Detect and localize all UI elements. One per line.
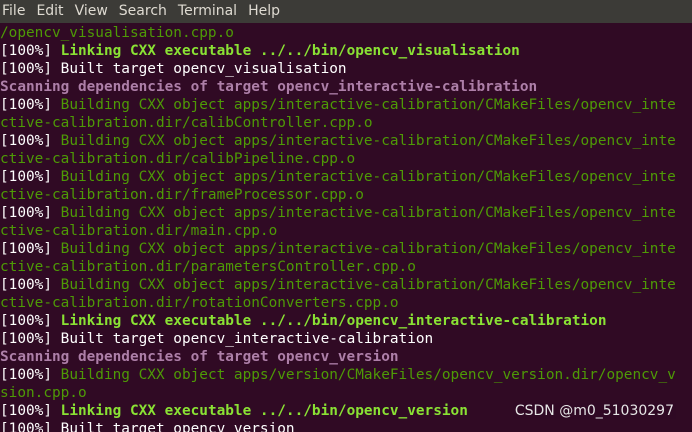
line-text: ctive-calibration.dir/calibPipeline.cpp.…	[0, 151, 356, 167]
terminal-line: [100%] Linking CXX executable ../../bin/…	[0, 312, 692, 330]
terminal-line: [100%] Building CXX object apps/version/…	[0, 366, 692, 384]
terminal-line: [100%] Building CXX object apps/interact…	[0, 96, 692, 114]
terminal-line: ctive-calibration.dir/parametersControll…	[0, 258, 692, 276]
terminal-line: [100%] Built target opencv_visualisation	[0, 60, 692, 78]
line-text: Built target opencv_visualisation	[60, 61, 347, 77]
terminal-output[interactable]: /opencv_visualisation.cpp.o [100%] Linkin…	[0, 23, 692, 432]
line-text: Building CXX object apps/interactive-cal…	[60, 205, 676, 221]
terminal-line: ctive-calibration.dir/main.cpp.o	[0, 222, 692, 240]
line-text: Linking CXX executable ../../bin/opencv_…	[60, 313, 607, 329]
terminal-line: [100%] Building CXX object apps/interact…	[0, 132, 692, 150]
progress-prefix: [100%]	[0, 133, 61, 149]
line-text: ctive-calibration.dir/parametersControll…	[0, 259, 416, 275]
watermark: CSDN @m0_51030297	[512, 403, 676, 419]
line-text: Building CXX object apps/interactive-cal…	[60, 277, 676, 293]
line-text: sion.cpp.o	[0, 385, 87, 401]
line-text: Building CXX object apps/interactive-cal…	[60, 133, 676, 149]
progress-prefix: [100%]	[0, 169, 61, 185]
terminal-line: [100%] Linking CXX executable ../../bin/…	[0, 42, 692, 60]
menu-search[interactable]: Search	[116, 0, 175, 23]
terminal-line: Scanning dependencies of target opencv_v…	[0, 348, 692, 366]
line-text: Building CXX object apps/interactive-cal…	[60, 169, 676, 185]
progress-prefix: [100%]	[0, 61, 61, 77]
line-text: ctive-calibration.dir/rotationConverters…	[0, 295, 399, 311]
menu-file[interactable]: File	[0, 0, 33, 23]
menu-terminal[interactable]: Terminal	[175, 0, 245, 23]
progress-prefix: [100%]	[0, 97, 61, 113]
line-text: Built target opencv_interactive-calibrat…	[60, 331, 434, 347]
progress-prefix: [100%]	[0, 313, 61, 329]
line-text: ctive-calibration.dir/frameProcessor.cpp…	[0, 187, 364, 203]
menu-help[interactable]: Help	[245, 0, 288, 23]
menu-edit[interactable]: Edit	[33, 0, 71, 23]
terminal-line: [100%] Building CXX object apps/interact…	[0, 204, 692, 222]
terminal-line: sion.cpp.o	[0, 384, 692, 402]
terminal-line: ctive-calibration.dir/calibController.cp…	[0, 114, 692, 132]
line-text: Linking CXX executable ../../bin/opencv_…	[60, 43, 520, 59]
terminal-line: ctive-calibration.dir/frameProcessor.cpp…	[0, 186, 692, 204]
terminal-line: [100%] Building CXX object apps/interact…	[0, 276, 692, 294]
progress-prefix: [100%]	[0, 205, 61, 221]
line-text: Built target opencv_version	[60, 421, 295, 432]
terminal-line: ctive-calibration.dir/calibPipeline.cpp.…	[0, 150, 692, 168]
progress-prefix: [100%]	[0, 43, 61, 59]
line-text: Building CXX object apps/interactive-cal…	[60, 241, 676, 257]
progress-prefix: [100%]	[0, 277, 61, 293]
progress-prefix: [100%]	[0, 331, 61, 347]
menu-bar: File Edit View Search Terminal Help	[0, 0, 692, 23]
line-text: Scanning dependencies of target opencv_v…	[0, 349, 399, 365]
terminal-line: ctive-calibration.dir/rotationConverters…	[0, 294, 692, 312]
line-text: Building CXX object apps/interactive-cal…	[60, 97, 676, 113]
progress-prefix: [100%]	[0, 403, 61, 419]
line-text: Building CXX object apps/version/CMakeFi…	[60, 367, 676, 383]
terminal-line: [100%] Building CXX object apps/interact…	[0, 240, 692, 258]
menu-view[interactable]: View	[72, 0, 116, 23]
terminal-line: [100%] Built target opencv_version	[0, 420, 692, 432]
progress-prefix: [100%]	[0, 367, 61, 383]
line-text: ctive-calibration.dir/calibController.cp…	[0, 115, 373, 131]
line-text: Linking CXX executable ../../bin/opencv_…	[60, 403, 468, 419]
terminal-line: /opencv_visualisation.cpp.o	[0, 24, 692, 42]
progress-prefix: [100%]	[0, 421, 61, 432]
progress-prefix: [100%]	[0, 241, 61, 257]
line-text: /opencv_visualisation.cpp.o	[0, 25, 234, 41]
line-text: ctive-calibration.dir/main.cpp.o	[0, 223, 278, 239]
terminal-line: [100%] Building CXX object apps/interact…	[0, 168, 692, 186]
terminal-line: [100%] Built target opencv_interactive-c…	[0, 330, 692, 348]
terminal-line: Scanning dependencies of target opencv_i…	[0, 78, 692, 96]
line-text: Scanning dependencies of target opencv_i…	[0, 79, 538, 95]
